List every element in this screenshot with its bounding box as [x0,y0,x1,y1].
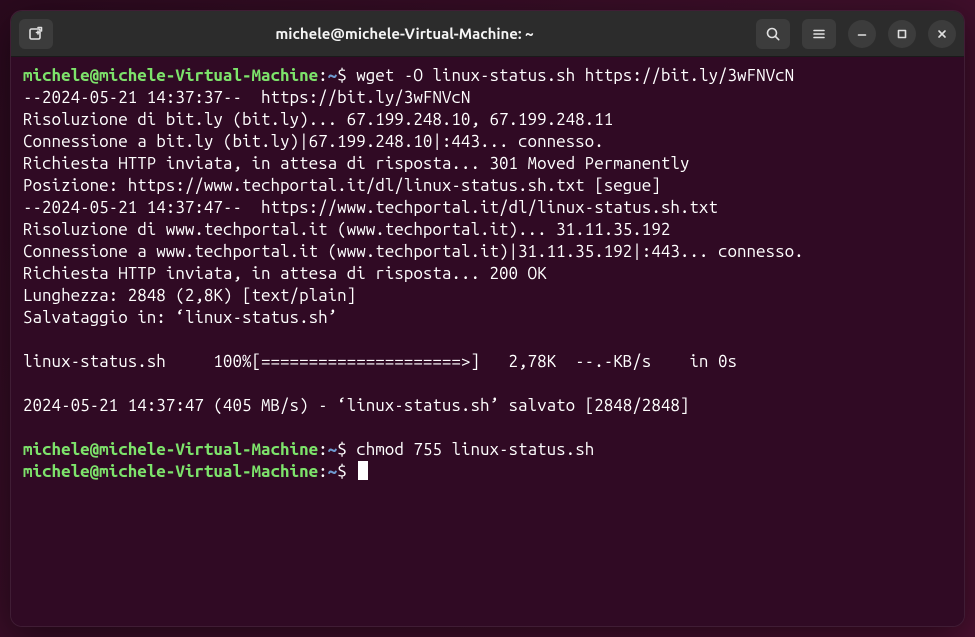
prompt-sep2: $ [337,462,347,481]
prompt-path: ~ [328,66,338,85]
output-line: 2024-05-21 14:37:47 (405 MB/s) - ‘linux-… [23,396,689,415]
prompt-path: ~ [328,462,338,481]
prompt-path: ~ [328,440,338,459]
prompt-user: michele@michele-Virtual-Machine [23,66,318,85]
output-line: --2024-05-21 14:37:47-- https://www.tech… [23,198,718,217]
new-tab-button[interactable] [19,19,53,49]
minimize-button[interactable] [848,20,876,48]
prompt-sep2: $ [337,66,347,85]
new-tab-icon [27,25,45,43]
search-button[interactable] [756,19,790,49]
menu-button[interactable] [802,19,836,49]
cmd2-text: chmod 755 linux-status.sh [347,440,595,459]
output-line: Connessione a bit.ly (bit.ly)|67.199.248… [23,132,604,151]
output-line: Richiesta HTTP inviata, in attesa di ris… [23,264,547,283]
titlebar: michele@michele-Virtual-Machine: ~ [11,11,964,57]
terminal-viewport[interactable]: michele@michele-Virtual-Machine:~$ wget … [11,57,964,626]
output-line: Risoluzione di www.techportal.it (www.te… [23,220,670,239]
minimize-icon [855,27,869,41]
search-icon [764,25,782,43]
output-line: --2024-05-21 14:37:37-- https://bit.ly/3… [23,88,470,107]
window-title: michele@michele-Virtual-Machine: ~ [59,25,750,42]
output-line: Richiesta HTTP inviata, in attesa di ris… [23,154,689,173]
maximize-button[interactable] [888,20,916,48]
prompt-sep1: : [318,440,328,459]
close-button[interactable] [928,20,956,48]
output-line: Posizione: https://www.techportal.it/dl/… [23,176,661,195]
prompt-user: michele@michele-Virtual-Machine [23,462,318,481]
prompt-sep1: : [318,66,328,85]
cmd3-text [347,462,357,481]
prompt-sep1: : [318,462,328,481]
terminal-window: michele@michele-Virtual-Machine: ~ [10,10,965,627]
output-line: Lunghezza: 2848 (2,8K) [text/plain] [23,286,356,305]
prompt-user: michele@michele-Virtual-Machine [23,440,318,459]
output-line: Connessione a www.techportal.it (www.tec… [23,242,804,261]
maximize-icon [895,27,909,41]
prompt-sep2: $ [337,440,347,459]
output-line: Salvataggio in: ‘linux-status.sh’ [23,308,337,327]
cursor-block [358,461,368,480]
cmd1-text: wget -O linux-status.sh https://bit.ly/3… [347,66,794,85]
output-line: Risoluzione di bit.ly (bit.ly)... 67.199… [23,110,613,129]
output-line: linux-status.sh 100%[===================… [23,352,737,371]
close-icon [935,27,949,41]
hamburger-icon [810,25,828,43]
